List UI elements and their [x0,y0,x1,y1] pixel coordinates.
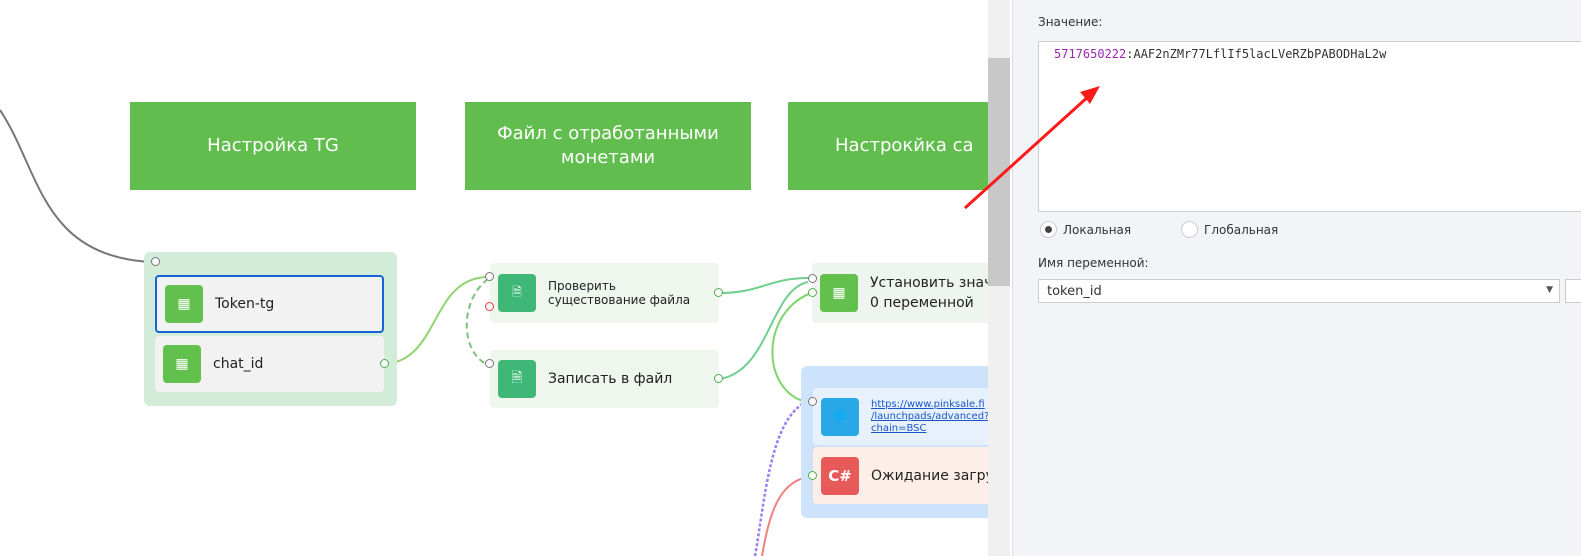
output-port[interactable] [808,288,817,297]
output-port[interactable] [714,288,723,297]
radio-local-label: Локальная [1063,222,1132,237]
node-group-browser: 🌐 https://www.pinksale.fi/launchpads/adv… [801,366,988,518]
file-icon: 🗎 [498,360,536,398]
input-port[interactable] [151,257,160,266]
canvas-scrollbar[interactable] [988,0,1010,556]
node-check-file[interactable]: 🗎 Проверить существование файла [490,263,719,323]
radio-button-checked[interactable] [1040,221,1057,238]
node-label-line2: 0 переменной [870,295,974,311]
node-label-line1: Установить знач [870,275,988,291]
url-line2[interactable]: /launchpads/advanced? [871,411,988,423]
input-port[interactable] [808,274,817,283]
radio-global-label: Глобальная [1204,222,1279,237]
output-port[interactable] [380,359,389,368]
node-write-file[interactable]: 🗎 Записать в файл [490,350,719,408]
grid-icon: ▦ [820,274,858,312]
node-label: Проверить существование файла [548,279,691,307]
var-options-button[interactable] [1565,279,1581,303]
url-line1[interactable]: https://www.pinksale.fi [871,399,988,411]
node-label: chat_id [213,356,264,372]
globe-icon: 🌐 [821,397,859,436]
node-set-value[interactable]: ▦ Установить знач 0 переменной [812,263,988,323]
input-port[interactable] [808,471,817,480]
var-name-select[interactable]: token_id ▼ [1038,279,1560,303]
var-name-label: Имя переменной: [1038,256,1149,270]
node-label: Записать в файл [548,371,673,387]
input-port[interactable] [485,272,494,281]
scrollbar-thumb[interactable] [988,58,1010,286]
radio-button[interactable] [1181,221,1198,238]
var-name-value: token_id [1047,284,1102,299]
radio-local[interactable]: Локальная [1040,221,1131,238]
node-chat-id[interactable]: ▦ chat_id [155,336,384,392]
value-label: Значение: [1038,15,1103,29]
node-label: Token-tg [215,296,275,312]
grid-icon: ▦ [163,345,201,383]
csharp-icon: C# [821,456,859,495]
value-number: 5717650222 [1054,47,1127,61]
radio-global[interactable]: Глобальная [1181,221,1278,238]
workflow-canvas[interactable]: Настройка TG Файл с отработанными монета… [0,0,988,556]
node-navigate-url[interactable]: 🌐 https://www.pinksale.fi/launchpads/adv… [813,388,988,445]
input-port[interactable] [808,397,817,406]
value-textarea[interactable]: 5717650222:AAF2nZMr77LflIf5lacLVeRZbPABO… [1038,41,1581,212]
file-icon: 🗎 [498,274,536,312]
chevron-down-icon: ▼ [1546,285,1553,295]
properties-panel: Значение: 5717650222:AAF2nZMr77LflIf5lac… [1012,0,1581,556]
node-csharp-wait[interactable]: C# Ожидание загру: [813,447,988,504]
node-group-tg: ▦ Token-tg ▦ chat_id [144,252,397,406]
input-port[interactable] [485,359,494,368]
value-rest: :AAF2nZMr77LflIf5lacLVeRZbPABODHaL2w [1126,47,1387,61]
output-port[interactable] [714,374,723,383]
node-label: Ожидание загру: [871,467,988,484]
grid-icon: ▦ [165,285,203,323]
node-token-tg[interactable]: ▦ Token-tg [155,275,384,333]
url-line3[interactable]: chain=BSC [871,423,988,435]
error-port[interactable] [485,302,494,311]
